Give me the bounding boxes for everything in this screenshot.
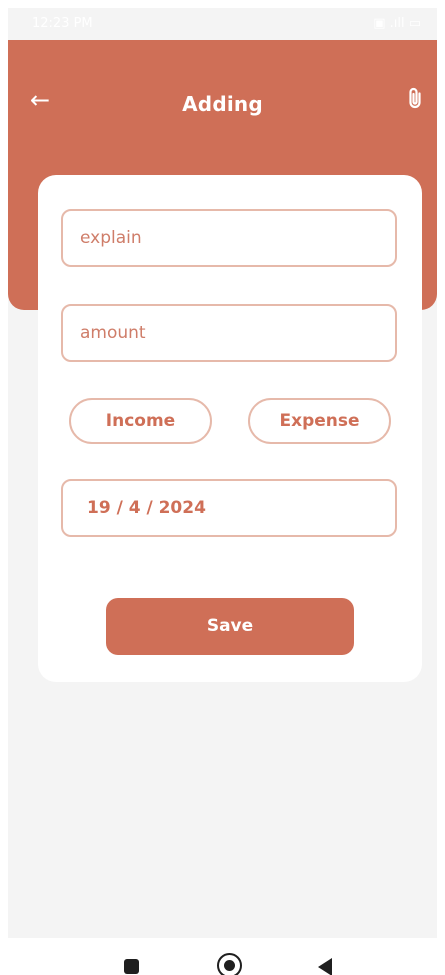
attach-button[interactable]	[401, 85, 429, 113]
status-icons: ▣ .ıll ▭	[373, 16, 421, 31]
page-title: Adding	[182, 92, 263, 116]
home-button[interactable]	[217, 953, 242, 975]
explain-input[interactable]	[61, 209, 397, 267]
expense-button[interactable]: Expense	[248, 398, 391, 444]
app-screen: 12:23 PM ▣ .ıll ▭ ← Adding Income Expens…	[0, 0, 445, 975]
status-bar: 12:23 PM ▣ .ıll ▭	[8, 8, 437, 40]
recent-apps-button[interactable]	[124, 959, 139, 974]
system-back-button[interactable]	[318, 958, 332, 975]
date-value: 19 / 4 / 2024	[87, 498, 206, 518]
status-time: 12:23 PM	[32, 16, 93, 31]
income-button[interactable]: Income	[69, 398, 212, 444]
date-field[interactable]: 19 / 4 / 2024	[61, 479, 397, 537]
form-card: Income Expense 19 / 4 / 2024 Save	[38, 175, 422, 682]
amount-input[interactable]	[61, 304, 397, 362]
navigation-bar	[0, 940, 445, 975]
phone-area: 12:23 PM ▣ .ıll ▭ ← Adding Income Expens…	[8, 8, 437, 938]
paperclip-icon	[409, 87, 421, 109]
save-button[interactable]: Save	[106, 598, 354, 655]
